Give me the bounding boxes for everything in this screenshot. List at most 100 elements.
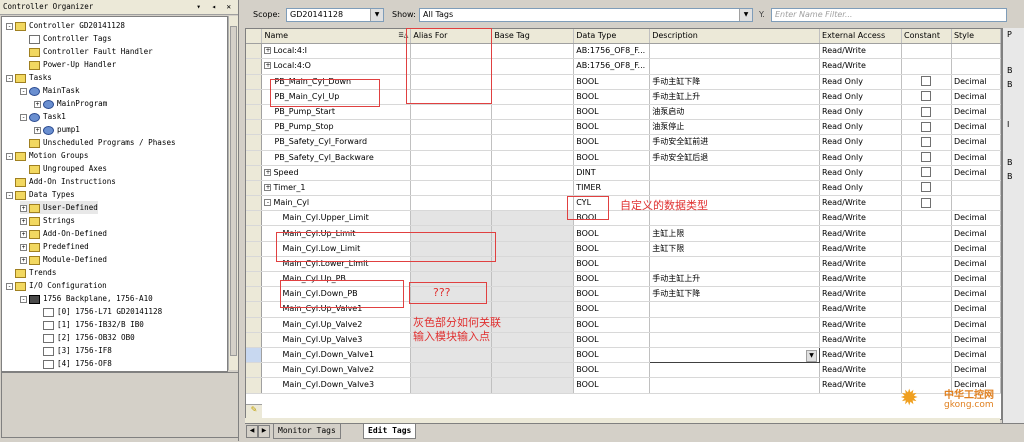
cell-external-access[interactable]: Read/Write (819, 271, 902, 288)
cell-alias[interactable] (410, 119, 493, 136)
tree-item[interactable]: + MainProgram (34, 97, 107, 110)
organizer-tree[interactable]: - Controller GD20141128 Controller Tags Con… (1, 16, 228, 372)
cell-style[interactable]: Decimal (951, 362, 1001, 379)
col-header-base-tag[interactable]: Base Tag (491, 29, 575, 45)
cell-external-access[interactable]: Read/Write (819, 210, 902, 227)
cell-constant[interactable] (901, 347, 952, 364)
tree-item[interactable]: + User-Defined (20, 201, 98, 214)
constant-checkbox[interactable] (921, 182, 932, 193)
cell-alias[interactable] (410, 195, 493, 212)
cell-external-access[interactable]: Read/Write (819, 225, 902, 242)
constant-checkbox[interactable] (921, 76, 932, 87)
cell-base-tag[interactable] (491, 195, 575, 212)
cell-constant[interactable] (901, 317, 952, 333)
cell-constant[interactable] (901, 74, 952, 90)
row-header[interactable] (246, 165, 263, 181)
scope-select[interactable]: GD20141128 ▼ (286, 8, 384, 22)
cell-alias[interactable] (410, 210, 493, 227)
cell-style[interactable]: Decimal (951, 332, 1001, 348)
constant-checkbox[interactable] (921, 106, 932, 117)
row-header[interactable] (246, 74, 263, 90)
row-header[interactable] (246, 150, 263, 166)
row-header[interactable] (246, 43, 263, 60)
tree-item[interactable]: [0] 1756-L71 GD20141128 (34, 305, 162, 318)
table-row[interactable]: + Local:4:I AB:1756_OF8_F... Read/Write (246, 43, 1001, 60)
collapse-icon[interactable]: - (264, 199, 272, 207)
cell-data-type[interactable]: BOOL (573, 256, 651, 273)
cell-alias[interactable] (410, 362, 493, 379)
cell-name[interactable]: + Timer_1 (261, 180, 412, 197)
cell-style[interactable]: Decimal (951, 165, 1001, 181)
cell-constant[interactable] (901, 241, 952, 257)
tree-item[interactable]: [3] 1756-IF8 (34, 344, 112, 357)
cell-style[interactable]: Decimal (951, 119, 1001, 136)
cell-description[interactable] (649, 362, 821, 379)
cell-description[interactable] (649, 180, 821, 197)
cell-constant[interactable] (901, 104, 952, 121)
expand-icon[interactable]: + (264, 168, 272, 176)
cell-data-type[interactable]: BOOL (573, 332, 651, 348)
tree-item[interactable]: Controller Fault Handler (20, 45, 153, 58)
tree-item[interactable]: + Strings (20, 214, 75, 227)
cell-style[interactable]: Decimal (951, 210, 1001, 227)
tree-item[interactable]: + Add-On-Defined (20, 227, 107, 240)
cell-name[interactable]: Main_Cyl.Down_Valve1 (261, 347, 412, 364)
tree-item[interactable]: [2] 1756-OB32 OB0 (34, 331, 135, 344)
cell-base-tag[interactable] (491, 241, 575, 257)
expand-icon[interactable]: + (34, 126, 41, 134)
tree-item[interactable]: [1] 1756-IB32/B IB0 (34, 318, 144, 331)
table-row[interactable]: + Timer_1 TIMER Read Only (246, 180, 1001, 197)
cell-description[interactable] (649, 210, 821, 227)
tree-item[interactable]: - I/O Configuration (6, 279, 107, 292)
row-header[interactable] (246, 301, 263, 318)
cell-data-type[interactable]: AB:1756_OF8_F... (573, 43, 651, 60)
cell-external-access[interactable]: Read Only (819, 74, 902, 90)
cell-external-access[interactable]: Read/Write (819, 195, 902, 212)
cell-base-tag[interactable] (491, 165, 575, 181)
cell-style[interactable]: Decimal (951, 286, 1001, 303)
cell-style[interactable]: Decimal (951, 241, 1001, 257)
new-row-pencil-icon[interactable]: ✎ (246, 404, 262, 419)
cell-description[interactable]: 主缸上限 (649, 225, 821, 242)
collapse-icon[interactable]: - (6, 22, 13, 30)
cell-data-type[interactable]: TIMER (573, 180, 651, 197)
chevron-down-icon[interactable]: ▼ (370, 9, 383, 21)
row-header[interactable] (246, 332, 263, 348)
cell-data-type[interactable]: DINT (573, 165, 651, 181)
constant-checkbox[interactable] (921, 152, 932, 163)
row-header[interactable] (246, 225, 263, 242)
constant-checkbox[interactable] (921, 91, 932, 102)
collapse-icon[interactable]: - (20, 87, 27, 95)
cell-description[interactable]: 油泵停止 (649, 119, 821, 136)
cell-external-access[interactable]: Read/Write (819, 43, 902, 60)
cell-constant[interactable] (901, 43, 952, 60)
cell-alias[interactable] (410, 301, 493, 318)
cell-base-tag[interactable] (491, 180, 575, 197)
cell-external-access[interactable]: Read Only (819, 119, 902, 136)
cell-data-type[interactable]: BOOL (573, 301, 651, 318)
row-header[interactable] (246, 377, 263, 394)
cell-alias[interactable] (410, 134, 493, 151)
cell-base-tag[interactable] (491, 317, 575, 333)
tree-item[interactable]: - Task1 (20, 110, 66, 123)
cell-base-tag[interactable] (491, 119, 575, 136)
row-header[interactable] (246, 256, 263, 273)
collapse-icon[interactable]: - (6, 191, 13, 199)
row-header[interactable] (246, 119, 263, 136)
cell-alias[interactable] (410, 104, 493, 121)
cell-constant[interactable] (901, 210, 952, 227)
tree-item[interactable]: Unscheduled Programs / Phases (20, 136, 176, 149)
cell-base-tag[interactable] (491, 362, 575, 379)
collapse-icon[interactable]: - (20, 295, 27, 303)
table-row[interactable]: PB_Pump_Stop BOOL 油泵停止 Read Only Decimal (246, 119, 1001, 136)
cell-base-tag[interactable] (491, 301, 575, 318)
cell-description[interactable]: 油泵启动 (649, 104, 821, 121)
tree-item[interactable]: Controller Tags (20, 32, 112, 45)
expand-icon[interactable]: + (20, 256, 27, 264)
tree-item[interactable]: [4] 1756-OF8 (34, 357, 112, 370)
cell-description[interactable]: 手动主缸下降 (649, 74, 821, 90)
tree-item[interactable]: + Predefined (20, 240, 89, 253)
cell-constant[interactable] (901, 271, 952, 288)
cell-style[interactable] (951, 180, 1001, 197)
tree-item[interactable]: + pump1 (34, 123, 80, 136)
